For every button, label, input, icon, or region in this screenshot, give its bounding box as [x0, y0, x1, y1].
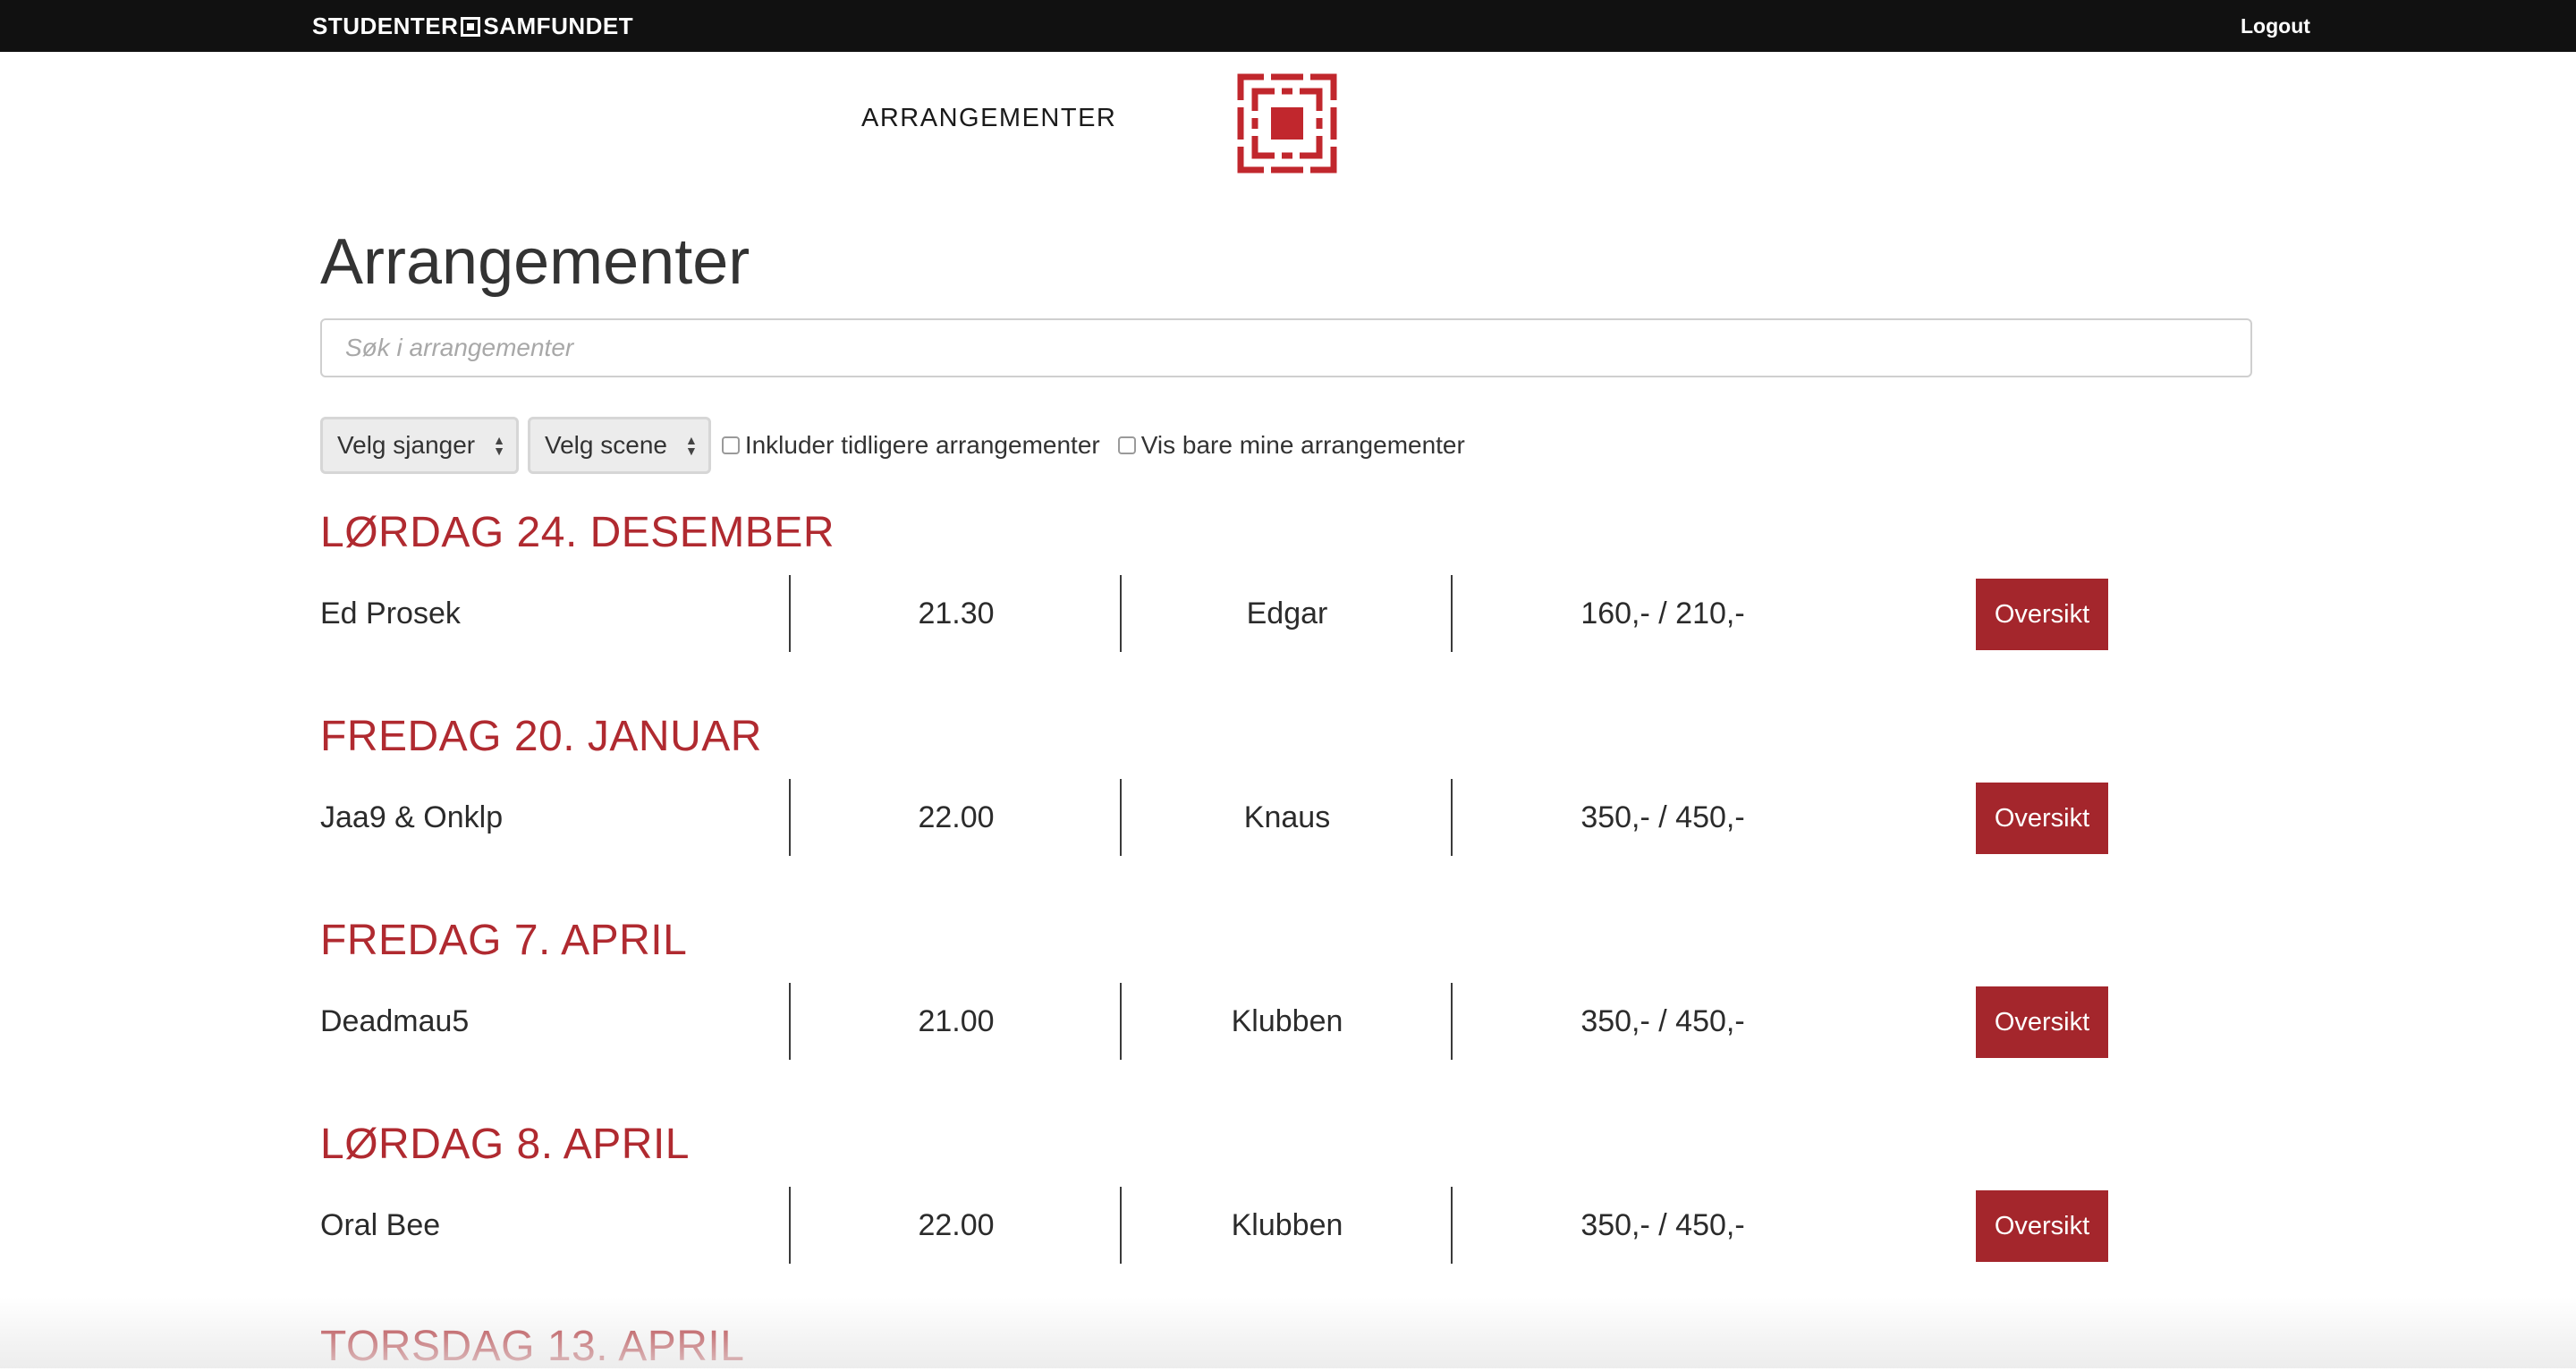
event-row: Jaa9 & Onklp 22.00 Knaus 350,- / 450,- O… [320, 779, 2109, 856]
event-time: 22.00 [918, 1207, 995, 1242]
event-price: 350,- / 450,- [1580, 1207, 1745, 1242]
event-price: 350,- / 450,- [1580, 1003, 1745, 1038]
filter-bar: Velg sjanger ▲ ▼ Velg scene ▲ ▼ Inkluder t… [320, 415, 1481, 476]
brand-text-left: STUDENTER [312, 13, 459, 39]
select-arrows-icon: ▲ ▼ [493, 433, 505, 458]
oversikt-button[interactable]: Oversikt [1976, 783, 2108, 854]
date-heading: FREDAG 7. APRIL [320, 917, 688, 964]
nav-arrangementer-link[interactable]: ARRANGEMENTER [861, 104, 1116, 133]
page-title: Arrangementer [320, 226, 750, 298]
only-mine-option: Vis bare mine arrangementer [1116, 431, 1465, 460]
event-row: Deadmau5 21.00 Klubben 350,- / 450,- Ove… [320, 983, 2109, 1060]
event-price: 160,- / 210,- [1580, 596, 1745, 630]
event-venue: Klubben [1231, 1003, 1343, 1038]
event-time: 21.00 [918, 1003, 995, 1038]
samfundet-logo-icon[interactable] [1237, 73, 1337, 173]
select-arrows-icon: ▲ ▼ [684, 433, 698, 458]
include-past-option: Inkluder tidligere arrangementer [720, 431, 1100, 460]
event-name: Deadmau5 [320, 1003, 470, 1038]
event-name: Jaa9 & Onklp [320, 800, 504, 834]
event-name: Oral Bee [320, 1207, 441, 1242]
oversikt-button[interactable]: Oversikt [1976, 579, 2108, 650]
event-time: 21.30 [918, 596, 995, 630]
logout-link[interactable]: Logout [2241, 14, 2310, 38]
include-past-label[interactable]: Inkluder tidligere arrangementer [745, 431, 1100, 460]
only-mine-checkbox[interactable] [1117, 436, 1136, 454]
genre-select-value: Velg sjanger [337, 431, 476, 459]
event-price: 350,- / 450,- [1580, 800, 1745, 834]
event-venue: Klubben [1231, 1207, 1343, 1242]
oversikt-button[interactable]: Oversikt [1976, 1190, 2108, 1262]
include-past-checkbox[interactable] [721, 436, 740, 454]
event-venue: Knaus [1243, 800, 1331, 834]
scene-select-value: Velg scene [544, 431, 667, 459]
brand-mark-icon [461, 16, 481, 37]
scene-select[interactable]: Velg scene ▲ ▼ [527, 417, 711, 474]
date-heading: TORSDAG 13. APRIL [320, 1323, 745, 1370]
top-bar: STUDENTER SAMFUNDET Logout [0, 0, 2576, 52]
date-heading: LØRDAG 8. APRIL [320, 1121, 690, 1168]
event-name: Ed Prosek [320, 596, 461, 630]
event-row: Ed Prosek 21.30 Edgar 160,- / 210,- Over… [320, 575, 2109, 652]
event-row: Oral Bee 22.00 Klubben 350,- / 450,- Ove… [320, 1187, 2109, 1264]
search-input[interactable] [320, 318, 2252, 377]
date-heading: FREDAG 20. JANUAR [320, 713, 762, 760]
only-mine-label[interactable]: Vis bare mine arrangementer [1141, 431, 1465, 460]
genre-select[interactable]: Velg sjanger ▲ ▼ [320, 417, 519, 474]
brand-text-right: SAMFUNDET [483, 13, 634, 39]
event-time: 22.00 [918, 800, 995, 834]
oversikt-button[interactable]: Oversikt [1976, 986, 2108, 1058]
brand-logo[interactable]: STUDENTER SAMFUNDET [312, 13, 633, 40]
date-heading: LØRDAG 24. DESEMBER [320, 509, 835, 556]
event-venue: Edgar [1246, 596, 1328, 630]
